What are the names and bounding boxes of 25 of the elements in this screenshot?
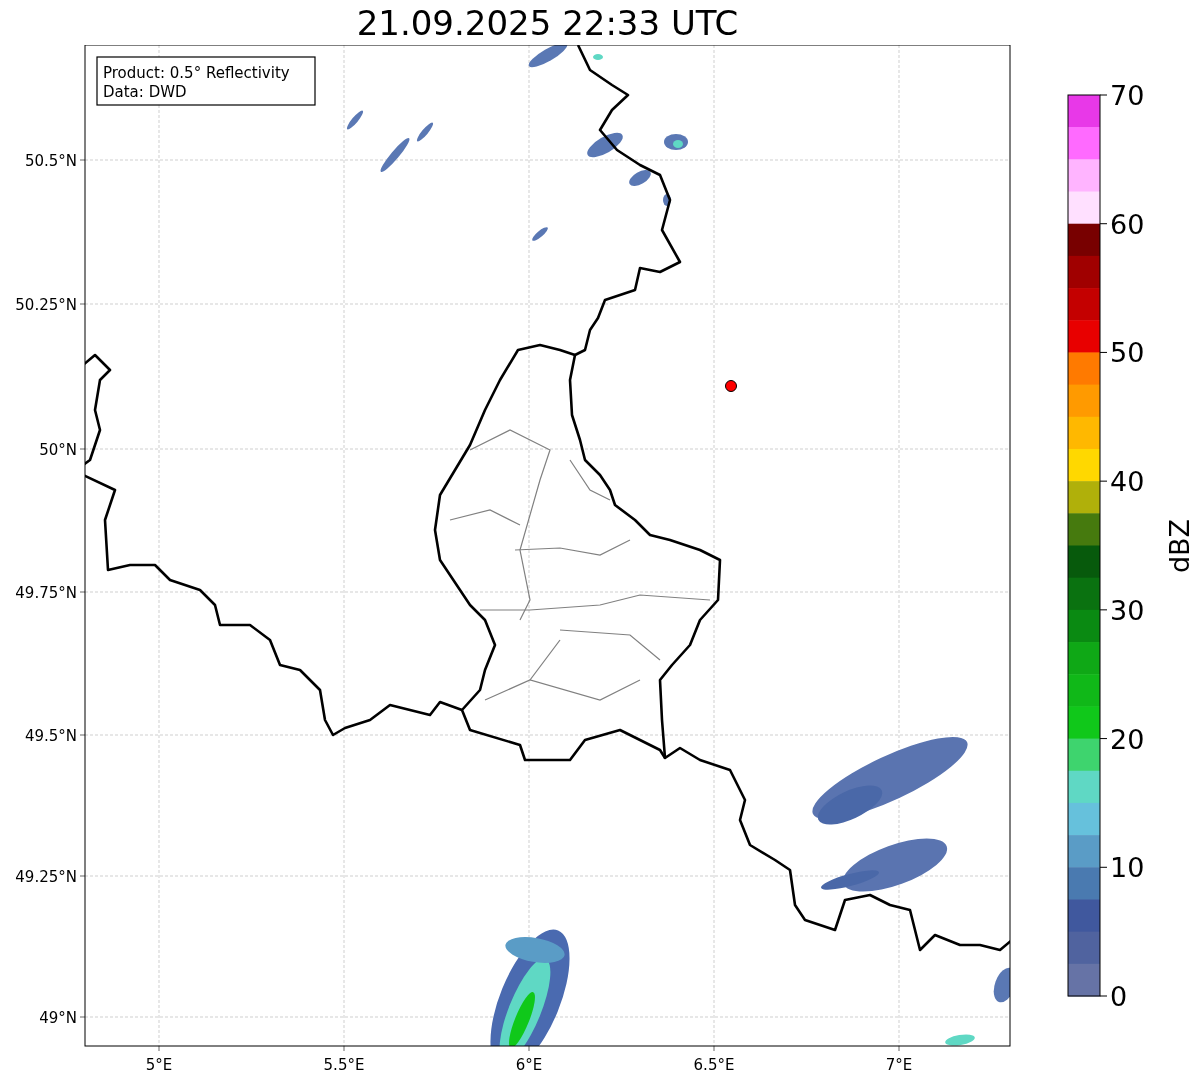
axis-tick-label: 7°E [885, 1056, 913, 1074]
colorbar-tick-label: 0 [1110, 981, 1128, 1012]
colorbar-tick-label: 50 [1110, 337, 1145, 369]
axis-tick-label: 6°E [515, 1056, 543, 1074]
info-text: Data: DWD [103, 83, 187, 101]
colorbar-tick-label: 60 [1110, 208, 1145, 240]
chart-title: 21.09.2025 22:33 UTC [355, 2, 740, 45]
axis-tick-label: 50.5°N [24, 152, 77, 170]
axis-tick-label: 50.25°N [15, 296, 77, 314]
info-text: Product: 0.5° Reflectivity [103, 64, 290, 82]
axis-tick-label: 49.75°N [15, 584, 77, 602]
colorbar-tick-label: 30 [1110, 594, 1145, 626]
colorbar-tick-label: 20 [1110, 723, 1145, 755]
colorbar-tick-label: 70 [1110, 80, 1145, 111]
axis-tick-label: 6.5°E [693, 1056, 735, 1074]
colorbar-tick-label: 40 [1110, 466, 1145, 498]
axis-tick-label: 5°E [145, 1056, 173, 1074]
axis-tick-label: 5.5°E [323, 1056, 365, 1074]
station-marker [725, 380, 737, 392]
axis-tick-label: 49.5°N [24, 727, 77, 745]
colorbar-label: dBZ [1164, 518, 1195, 574]
axis-tick-label: 49.25°N [15, 868, 77, 886]
axis-tick-label: 50°N [39, 441, 77, 459]
axis-tick-label: 49°N [39, 1009, 77, 1027]
colorbar-tick-label: 10 [1110, 852, 1145, 884]
